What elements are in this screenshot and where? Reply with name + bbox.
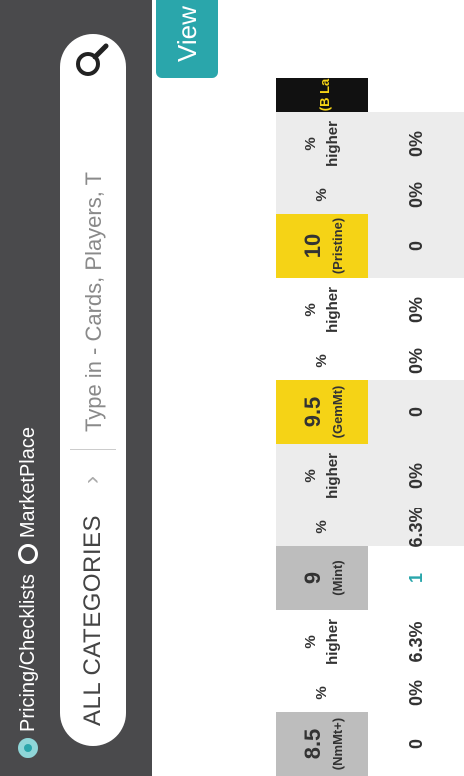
population-cell: 0 [368, 380, 464, 444]
population-cell: 6.3% [368, 610, 464, 674]
search-icon[interactable] [74, 42, 110, 78]
population-cell: 0% [368, 112, 464, 176]
search-divider [70, 449, 116, 450]
percent-column: % higher 0% [276, 112, 464, 176]
grade-table: 8.5 (NmMt+) 0% 0%% higher 6.3% 9 (Mint) 1% 6.3%% h… [276, 0, 464, 776]
percent-qualifier: higher [324, 453, 341, 499]
population-cell: 0% [368, 342, 464, 380]
grade-column: 9 (Mint) 1 [276, 546, 464, 610]
grade-column: 10 (Pristine) 0 [276, 214, 464, 278]
view-button[interactable]: View [156, 0, 218, 78]
percent-qualifier: higher [324, 121, 341, 167]
population-cell: 0% [368, 444, 464, 508]
chevron-right-icon[interactable]: › [78, 476, 106, 484]
percent-column: % 0% [276, 176, 464, 214]
search-input[interactable] [72, 90, 116, 434]
percent-symbol: % [313, 686, 330, 700]
percent-symbol: % [302, 469, 319, 483]
percent-symbol: % [302, 635, 319, 649]
percent-header: % higher [276, 610, 368, 674]
grade-number: 9 [299, 571, 325, 585]
grade-number: 10 [299, 233, 325, 259]
population-cell: 0% [368, 176, 464, 214]
percent-header: % [276, 508, 368, 546]
percent-symbol: % [313, 354, 330, 368]
radio-pricing-checklists[interactable]: Pricing/Checklists [17, 574, 40, 758]
percent-column: % 0% [276, 342, 464, 380]
header-bar: Pricing/Checklists MarketPlace ALL CATEG… [0, 0, 152, 776]
percent-header: % [276, 342, 368, 380]
category-dropdown[interactable]: ALL CATEGORIES [60, 515, 126, 726]
percent-qualifier: higher [324, 619, 341, 665]
percent-column: % 0% [276, 674, 464, 712]
radio-marketplace-label: MarketPlace [16, 427, 39, 539]
percent-header: % [276, 176, 368, 214]
percent-symbol: % [313, 520, 330, 534]
radio-marketplace[interactable]: MarketPlace [16, 427, 40, 565]
population-cell: 0% [368, 674, 464, 712]
population-cell: 0 [368, 712, 464, 776]
grade-header: 9 (Mint) [276, 546, 368, 610]
grade-label: (GemMt) [329, 385, 345, 439]
population-cell [368, 78, 464, 112]
percent-column: % higher 6.3% [276, 610, 464, 674]
population-cell: 0 [368, 214, 464, 278]
grade-header: 8.5 (NmMt+) [276, 712, 368, 776]
grade-column: 8.5 (NmMt+) 0 [276, 712, 464, 776]
grade-header: 9.5 (GemMt) [276, 380, 368, 444]
grade-label: (B La [316, 78, 332, 112]
mode-toggle: Pricing/Checklists MarketPlace [10, 427, 46, 758]
percent-header: % higher [276, 444, 368, 508]
radio-pricing-label: Pricing/Checklists [16, 574, 39, 732]
percent-column: % 6.3% [276, 506, 464, 548]
percent-qualifier: higher [324, 287, 341, 333]
percent-symbol: % [302, 303, 319, 317]
percent-symbol: % [302, 137, 319, 151]
percent-header: % higher [276, 278, 368, 342]
grade-number: 8.5 [299, 728, 325, 760]
grade-label: (Mint) [329, 560, 345, 596]
grade-label: (Pristine) [329, 217, 345, 275]
percent-header: % [276, 674, 368, 712]
grade-column: 9.5 (GemMt) 0 [276, 380, 464, 444]
percent-symbol: % [313, 188, 330, 202]
percent-header: % higher [276, 112, 368, 176]
grade-header: (B La [276, 78, 368, 112]
percent-column: % higher 0% [276, 278, 464, 342]
population-cell: 0% [368, 278, 464, 342]
population-cell: 6.3% [368, 506, 464, 548]
population-cell[interactable]: 1 [368, 546, 464, 610]
grade-column: (B La [276, 78, 464, 112]
radio-unselected-icon [18, 544, 38, 565]
grade-number: 9.5 [299, 396, 325, 428]
grade-header: 10 (Pristine) [276, 214, 368, 278]
radio-selected-icon [18, 738, 38, 758]
grade-label: (NmMt+) [329, 717, 345, 771]
page: Pricing/Checklists MarketPlace ALL CATEG… [0, 0, 464, 776]
search-bar: ALL CATEGORIES › [60, 34, 126, 746]
percent-column: % higher 0% [276, 444, 464, 508]
